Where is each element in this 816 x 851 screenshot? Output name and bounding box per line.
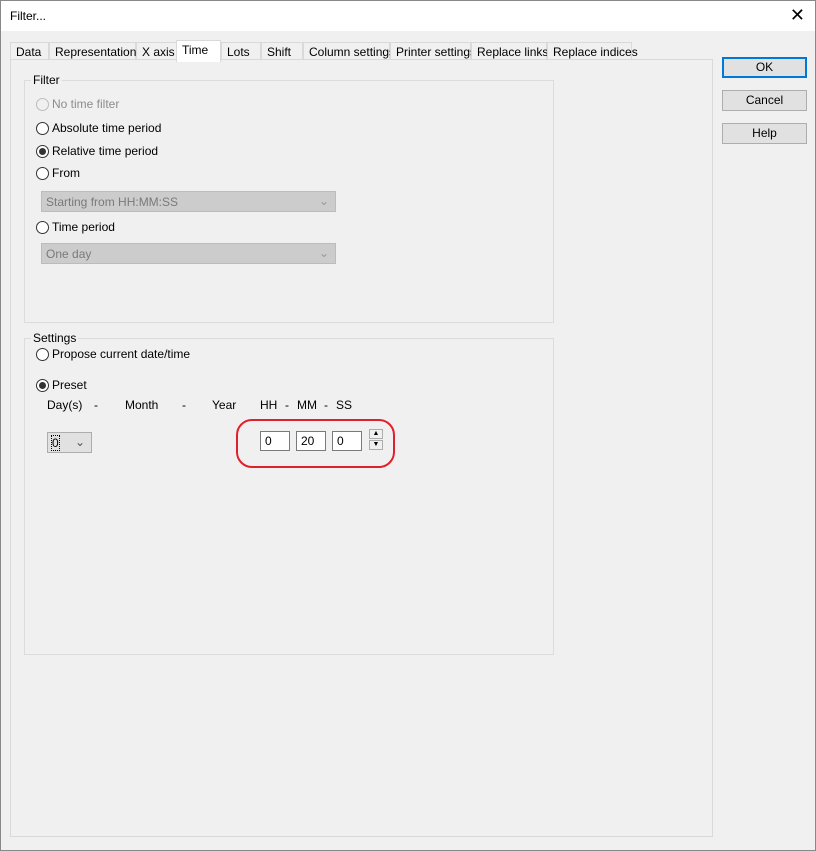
mm-input[interactable]: 20: [296, 431, 326, 451]
radio-time-period[interactable]: Time period: [36, 220, 115, 234]
spin-down-icon[interactable]: ▼: [369, 440, 383, 450]
radio-circle: [36, 347, 49, 361]
radio-circle: [36, 378, 49, 392]
ok-button[interactable]: OK: [722, 57, 807, 78]
radio-absolute-time-period[interactable]: Absolute time period: [36, 121, 161, 135]
chevron-down-icon: ⌄: [318, 246, 329, 260]
days-header: Day(s): [47, 398, 83, 412]
day-select-value: 0: [51, 435, 60, 451]
separator: -: [285, 398, 289, 412]
separator: -: [182, 398, 186, 412]
radio-preset[interactable]: Preset: [36, 378, 87, 392]
time-period-select[interactable]: One day ⌄: [41, 243, 336, 264]
month-header: Month: [125, 398, 159, 412]
radio-label: Relative time period: [52, 144, 159, 158]
radio-label: Absolute time period: [52, 121, 162, 135]
window-title: Filter...: [10, 9, 47, 23]
chevron-down-icon: ⌄: [318, 194, 329, 208]
radio-label: No time filter: [52, 97, 120, 111]
radio-label: Time period: [52, 220, 115, 234]
from-select-value: Starting from HH:MM:SS: [46, 195, 179, 209]
close-icon[interactable]: ✕: [790, 5, 805, 25]
tab-time[interactable]: Time: [176, 40, 221, 62]
radio-circle: [36, 220, 49, 234]
help-button[interactable]: Help: [722, 123, 807, 144]
radio-circle: [36, 97, 49, 111]
radio-label: Preset: [52, 378, 87, 392]
year-header: Year: [212, 398, 237, 412]
separator: -: [324, 398, 328, 412]
separator: -: [94, 398, 98, 412]
ss-input[interactable]: 0: [332, 431, 362, 451]
day-select[interactable]: 0 ⌄: [47, 432, 92, 453]
settings-group: Settings: [24, 331, 554, 655]
hh-input[interactable]: 0: [260, 431, 290, 451]
filter-group-label: Filter: [31, 73, 62, 87]
time-spinner[interactable]: ▲ ▼: [369, 429, 383, 451]
radio-circle: [36, 121, 49, 135]
ss-header: SS: [336, 398, 353, 412]
radio-no-time-filter: No time filter: [36, 97, 119, 111]
chevron-down-icon: ⌄: [74, 435, 85, 449]
hh-header: HH: [260, 398, 278, 412]
time-period-select-value: One day: [46, 247, 92, 261]
cancel-button[interactable]: Cancel: [722, 90, 807, 111]
radio-relative-time-period[interactable]: Relative time period: [36, 144, 158, 158]
filter-dialog: Filter... ✕ Data Representation X axis T…: [0, 0, 816, 851]
settings-group-label: Settings: [31, 331, 79, 345]
radio-label: Propose current date/time: [52, 347, 191, 361]
radio-circle: [36, 144, 49, 158]
radio-label: From: [52, 166, 80, 180]
from-select[interactable]: Starting from HH:MM:SS ⌄: [41, 191, 336, 212]
title-bar: Filter... ✕: [1, 1, 815, 31]
mm-header: MM: [297, 398, 317, 412]
spin-up-icon[interactable]: ▲: [369, 429, 383, 439]
radio-circle: [36, 166, 49, 180]
radio-propose-current[interactable]: Propose current date/time: [36, 347, 190, 361]
radio-from[interactable]: From: [36, 166, 80, 180]
